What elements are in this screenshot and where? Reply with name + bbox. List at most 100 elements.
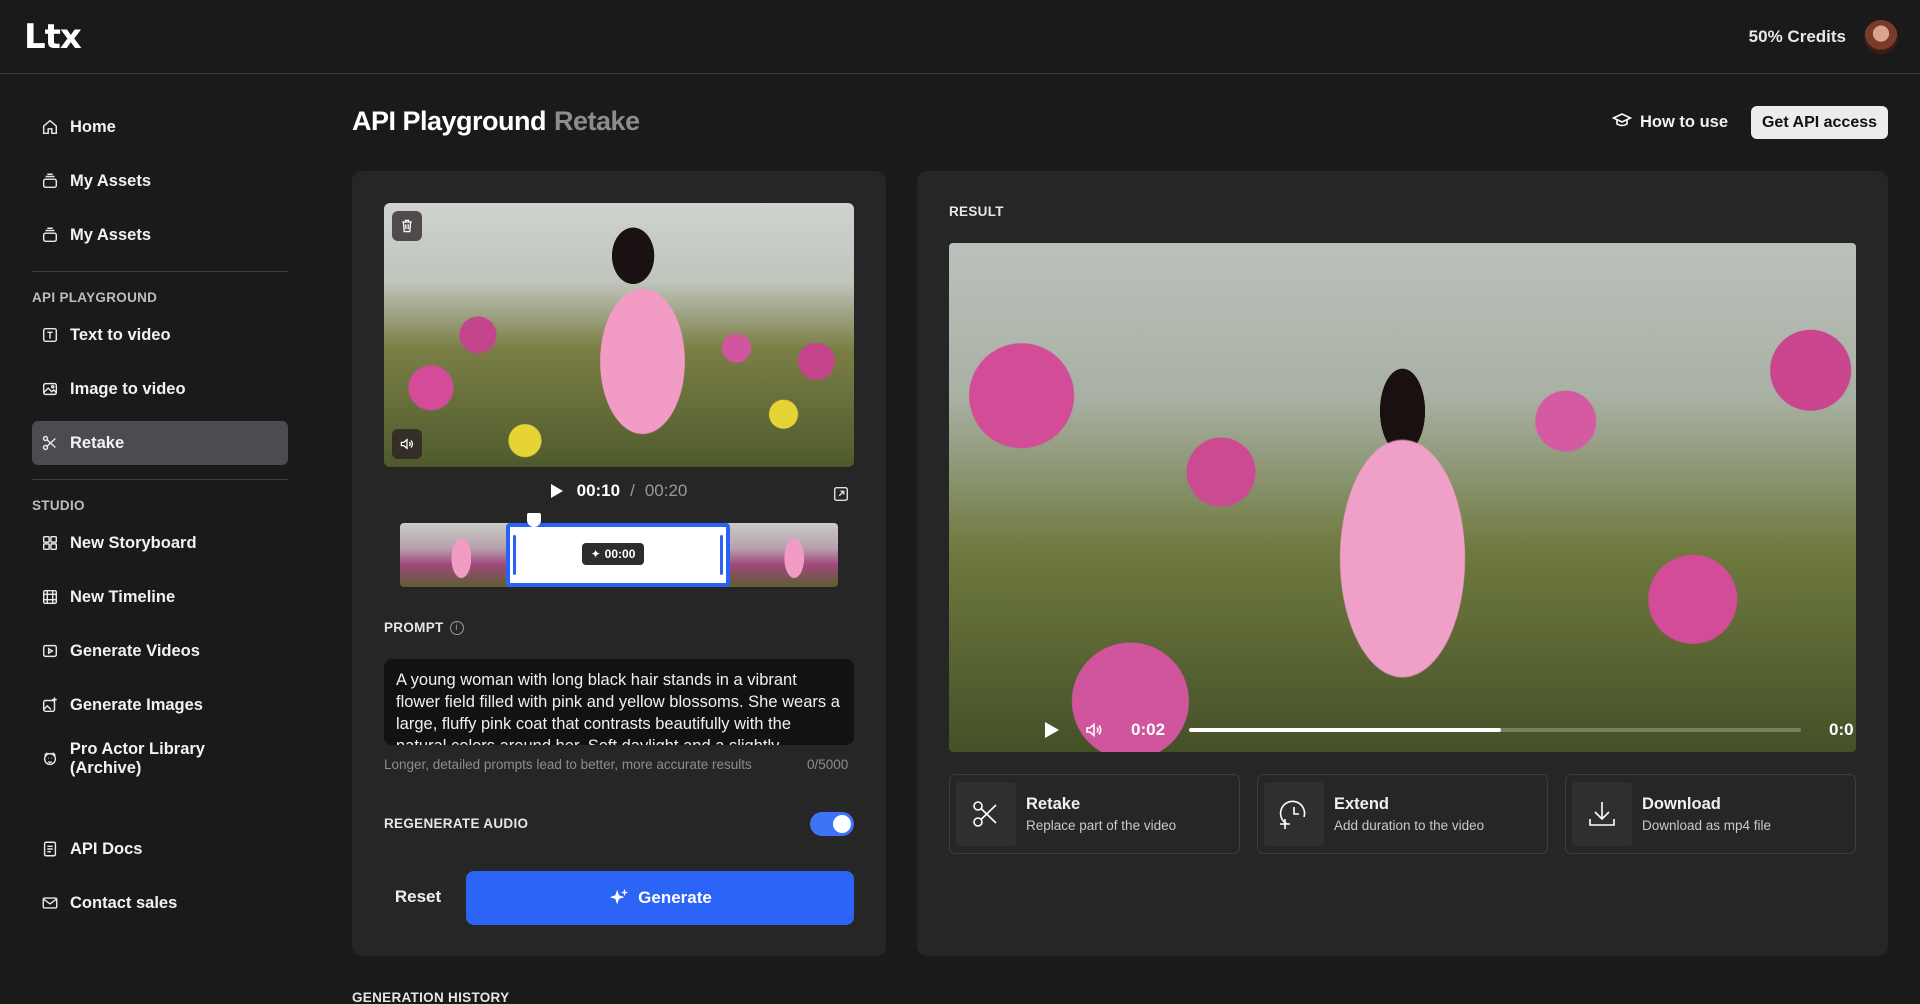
- result-duration: 0:0: [1829, 720, 1854, 739]
- generation-history-label: GENERATION HISTORY: [352, 990, 510, 1004]
- result-video-controls: 0:02 0:0: [949, 708, 1856, 752]
- sidebar-item-label: My Assets: [70, 171, 152, 190]
- selection-duration: 00:00: [604, 547, 636, 561]
- total-time: 00:20: [644, 481, 688, 500]
- sidebar-item-image-to-video[interactable]: Image to video: [32, 367, 288, 411]
- range-handle-right[interactable]: [720, 535, 723, 575]
- sidebar-item-label: API Docs: [70, 839, 143, 858]
- selection-duration-badge: ✦ 00:00: [582, 543, 644, 565]
- home-icon: [40, 117, 60, 137]
- sidebar-item-label: New Timeline: [70, 587, 176, 606]
- play-icon[interactable]: [550, 484, 563, 498]
- result-current-time: 0:02: [1131, 720, 1166, 739]
- action-title: Extend: [1334, 795, 1390, 813]
- result-progress-fill: [1189, 728, 1502, 732]
- scissors-icon: [956, 782, 1016, 846]
- logo[interactable]: Ltx: [24, 17, 82, 57]
- mail-icon: [40, 893, 60, 913]
- retake-selection-range[interactable]: ✦ 00:00: [506, 523, 730, 587]
- avatar[interactable]: [1864, 19, 1898, 54]
- sidebar-item-text-to-video[interactable]: Text to video: [32, 313, 288, 357]
- clock-plus-icon: [1264, 782, 1324, 846]
- get-api-access-button[interactable]: Get API access: [1751, 106, 1888, 139]
- generate-label: Generate: [638, 888, 712, 907]
- page-title-main: API Playground: [352, 106, 547, 136]
- generate-button[interactable]: Generate: [466, 871, 854, 925]
- info-icon[interactable]: i: [449, 621, 464, 636]
- image-plus-icon: [40, 695, 60, 715]
- volume-icon[interactable]: [1084, 720, 1104, 740]
- action-card-retake[interactable]: Retake Replace part of the video: [949, 774, 1240, 854]
- regenerate-audio-label: REGENERATE AUDIO: [384, 816, 529, 831]
- sidebar-item-new-timeline[interactable]: New Timeline: [32, 575, 288, 619]
- prompt-label-text: PROMPT: [384, 620, 444, 635]
- stack-icon: [40, 171, 60, 191]
- sparkle-icon: [609, 888, 629, 905]
- sidebar-item-new-storyboard[interactable]: New Storyboard: [32, 521, 288, 565]
- sidebar-item-label: My Assets: [70, 225, 152, 244]
- image-icon: [40, 379, 60, 399]
- current-time: 00:10: [576, 481, 621, 500]
- sidebar-item-my-assets[interactable]: My Assets: [32, 159, 288, 203]
- trash-icon[interactable]: [392, 211, 422, 241]
- playhead-handle[interactable]: [527, 513, 541, 527]
- action-title: Retake: [1026, 795, 1081, 813]
- result-label: RESULT: [949, 204, 1004, 219]
- how-to-use-label: How to use: [1640, 113, 1729, 131]
- sidebar-item-label: Home: [70, 117, 116, 136]
- sidebar-item-label: Generate Videos: [70, 641, 200, 660]
- stack-icon: [40, 225, 60, 245]
- action-card-extend[interactable]: Extend Add duration to the video: [1257, 774, 1548, 854]
- sidebar-item-label: Image to video: [70, 379, 186, 398]
- result-video[interactable]: 0:02 0:0: [949, 243, 1856, 752]
- sidebar-item-my-assets-2[interactable]: My Assets: [32, 213, 288, 257]
- sidebar-item-label: Pro Actor Library (Archive): [69, 740, 205, 777]
- credits-indicator[interactable]: 50% Credits: [1749, 27, 1846, 47]
- action-description: Add duration to the video: [1334, 818, 1485, 833]
- sidebar-item-generate-videos[interactable]: Generate Videos: [32, 629, 288, 673]
- page-title: API Playground Retake: [352, 106, 640, 137]
- prompt-label: PROMPT i: [384, 620, 464, 636]
- sidebar-item-generate-images[interactable]: Generate Images: [32, 683, 288, 727]
- player-controls: 00:10 / 00:20: [384, 479, 854, 503]
- page-title-sub: Retake: [554, 106, 640, 136]
- range-handle-left[interactable]: [513, 535, 516, 575]
- play-box-icon: [40, 641, 60, 661]
- reset-button[interactable]: Reset: [384, 871, 452, 923]
- action-title: Download: [1642, 795, 1721, 813]
- sidebar-item-label: New Storyboard: [70, 533, 197, 552]
- text-icon: [40, 325, 60, 345]
- scissors-icon: [40, 433, 60, 453]
- expand-icon[interactable]: [832, 485, 850, 503]
- sidebar-item-label: Retake: [70, 433, 125, 452]
- film-icon: [40, 587, 60, 607]
- doc-icon: [40, 839, 60, 859]
- how-to-use-link[interactable]: How to use: [1611, 110, 1729, 135]
- result-progress-bar[interactable]: [1189, 728, 1801, 732]
- prompt-textarea[interactable]: A young woman with long black hair stand…: [384, 659, 854, 745]
- sidebar: Home My Assets My Assets API PLAYGROUND …: [32, 105, 288, 935]
- time-separator: /: [630, 481, 635, 500]
- top-bar: Ltx 50% Credits: [0, 0, 1920, 74]
- sidebar-divider: [32, 479, 288, 480]
- sidebar-item-retake[interactable]: Retake: [32, 421, 288, 465]
- action-card-download[interactable]: Download Download as mp4 file: [1565, 774, 1856, 854]
- retake-editor-panel: 00:10 / 00:20 ✦ 00:00 PROMPT i A young wo…: [352, 171, 886, 956]
- sidebar-divider: [32, 271, 288, 272]
- prompt-counter: 0/5000: [807, 757, 849, 772]
- speaker-icon[interactable]: [392, 429, 422, 459]
- play-icon[interactable]: [1045, 722, 1059, 738]
- grid-icon: [40, 533, 60, 553]
- sidebar-item-label: Contact sales: [70, 893, 178, 912]
- sidebar-item-label: Text to video: [70, 325, 171, 344]
- download-icon: [1572, 782, 1632, 846]
- action-description: Download as mp4 file: [1642, 818, 1772, 833]
- sidebar-item-pro-actor-library[interactable]: Pro Actor Library (Archive): [32, 737, 288, 781]
- regenerate-audio-toggle[interactable]: [810, 812, 854, 836]
- section-label-studio: STUDIO: [32, 498, 85, 513]
- sidebar-item-home[interactable]: Home: [32, 105, 288, 149]
- sidebar-item-api-docs[interactable]: API Docs: [32, 827, 288, 871]
- video-preview[interactable]: [384, 203, 854, 467]
- sidebar-item-contact-sales[interactable]: Contact sales: [32, 881, 288, 925]
- result-panel: RESULT 0:02 0:0 Retake Replace part of t…: [917, 171, 1888, 956]
